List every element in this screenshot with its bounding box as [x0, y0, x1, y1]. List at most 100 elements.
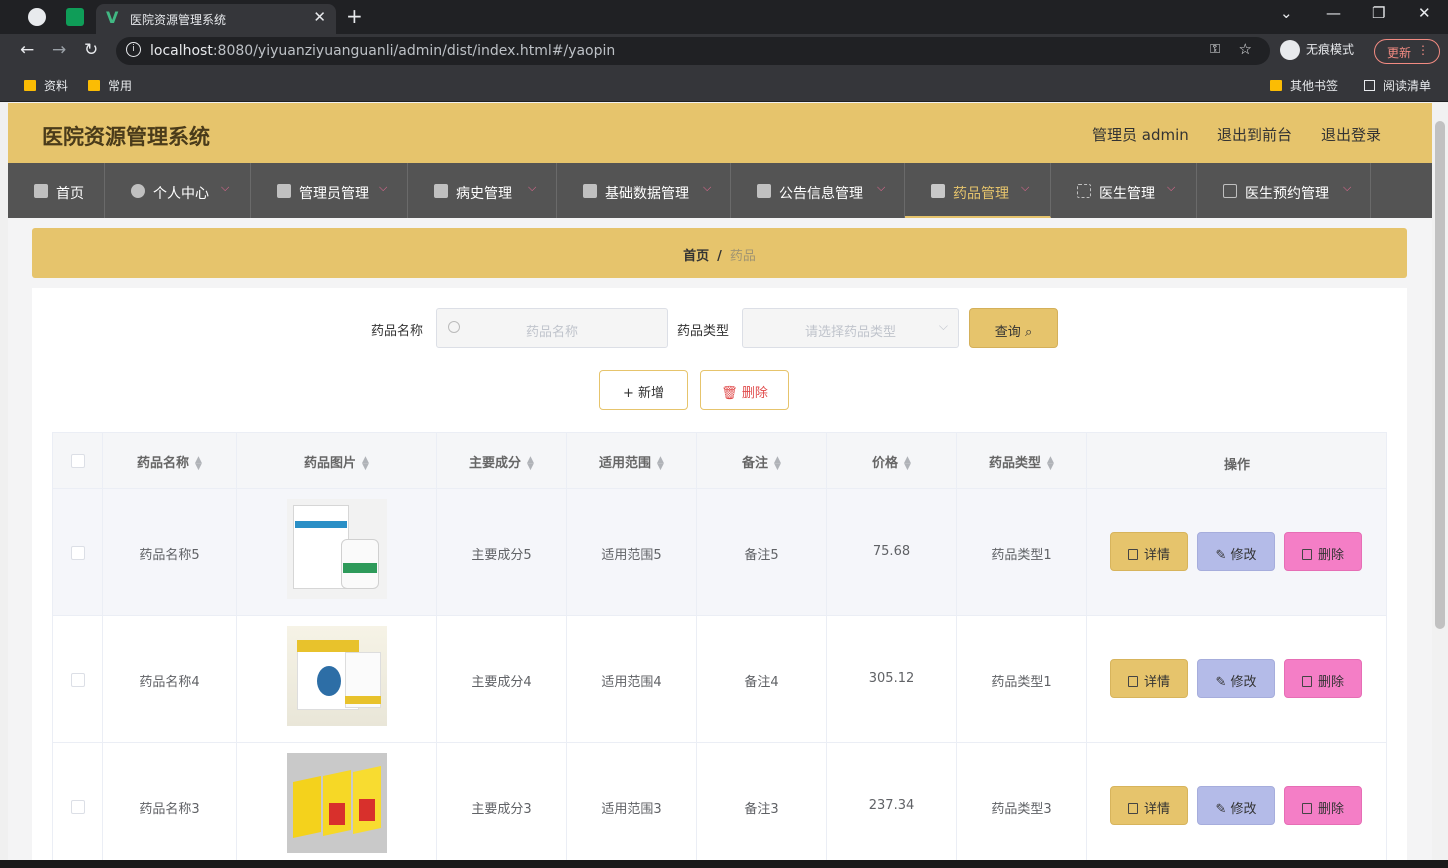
sort-icon[interactable]: ▲ ▼: [362, 455, 369, 471]
globe-tab-icon[interactable]: [28, 8, 46, 26]
breadcrumb-separator: /: [717, 249, 722, 264]
bookmark-folder-changyong[interactable]: 常用: [88, 77, 132, 94]
restore-icon[interactable]: ❐: [1372, 4, 1385, 22]
url-text: localhost:8080/yiyuanziyuanguanli/admin/…: [150, 43, 616, 59]
reading-list-icon: [1364, 80, 1375, 91]
chevron-down-icon: ⌵: [528, 181, 537, 194]
incognito-indicator[interactable]: 无痕模式: [1280, 40, 1354, 60]
menu-item-announcements[interactable]: 公告信息管理 ⌵: [731, 163, 905, 218]
reading-list[interactable]: 阅读清单: [1364, 77, 1431, 94]
column-header[interactable]: 备注 ▲ ▼: [697, 433, 827, 489]
chevron-down-icon: ⌵: [1167, 181, 1176, 194]
minimize-icon[interactable]: —: [1326, 4, 1341, 22]
row-checkbox[interactable]: [71, 546, 85, 560]
cell-ingredient: 主要成分4: [437, 616, 567, 743]
sort-icon[interactable]: ▲ ▼: [1047, 455, 1054, 471]
bookmark-star-icon[interactable]: ☆: [1239, 40, 1252, 58]
sort-icon[interactable]: ▲ ▼: [527, 455, 534, 471]
batch-delete-button[interactable]: 🗑 删除: [700, 370, 789, 410]
detail-button[interactable]: 详情: [1110, 659, 1188, 698]
tab-search-chevron-icon[interactable]: ⌄: [1280, 4, 1293, 22]
table-row[interactable]: 药品名称5 主要成分5 适用范围5 备注5 75.68 药品类型1 详情 ✎ 修…: [53, 489, 1386, 616]
table-row[interactable]: 药品名称4 主要成分4 适用范围4 备注4 305.12 药品类型1 详情 ✎ …: [53, 616, 1386, 743]
folder-icon: [24, 80, 36, 91]
book-icon: [277, 184, 291, 198]
cell-type: 药品类型1: [957, 616, 1087, 743]
cell-medicine-image: [237, 743, 437, 860]
scrollbar-thumb[interactable]: [1435, 121, 1445, 629]
cell-price: 237.34: [827, 743, 957, 860]
address-bar[interactable]: i localhost:8080/yiyuanziyuanguanli/admi…: [116, 37, 1270, 65]
sheets-tab-icon[interactable]: [66, 8, 84, 26]
column-header[interactable]: 药品类型 ▲ ▼: [957, 433, 1087, 489]
plus-icon: +: [622, 386, 634, 401]
top-menu: 首页 个人中心 ⌵ 管理员管理 ⌵ 病史管理 ⌵ 基础数据管理 ⌵ 公告信息管理…: [8, 163, 1432, 218]
tab-close-icon[interactable]: ✕: [313, 8, 326, 26]
sort-icon[interactable]: ▲ ▼: [195, 455, 202, 471]
menu-item-personal-center[interactable]: 个人中心 ⌵: [105, 163, 251, 218]
medicine-image: [287, 753, 387, 853]
page-scrollbar[interactable]: [1432, 103, 1448, 860]
logout-link[interactable]: 退出登录: [1321, 124, 1381, 145]
edit-button[interactable]: ✎ 修改: [1197, 659, 1275, 698]
other-bookmarks[interactable]: 其他书签: [1270, 77, 1338, 94]
delete-button[interactable]: 删除: [1284, 786, 1362, 825]
row-checkbox[interactable]: [71, 800, 85, 814]
menu-item-admin-management[interactable]: 管理员管理 ⌵: [251, 163, 408, 218]
select-all-checkbox[interactable]: [71, 454, 85, 468]
forward-icon[interactable]: →: [52, 40, 66, 60]
trash-icon: [1301, 803, 1312, 814]
column-header[interactable]: 主要成分 ▲ ▼: [437, 433, 567, 489]
back-icon[interactable]: ←: [20, 40, 34, 60]
row-checkbox[interactable]: [71, 673, 85, 687]
app-page: 医院资源管理系统 管理员 admin 退出到前台 退出登录 首页 个人中心 ⌵ …: [8, 103, 1432, 860]
column-header[interactable]: 药品图片 ▲ ▼: [237, 433, 437, 489]
system-title: 医院资源管理系统: [42, 125, 210, 149]
message-icon: [1223, 184, 1237, 198]
key-icon[interactable]: ⚿: [1210, 42, 1220, 57]
table-row[interactable]: 药品名称3 主要成分3 适用范围3 备注3 237.34 药品类型3 详情 ✎ …: [53, 743, 1386, 860]
active-browser-tab[interactable]: V 医院资源管理系统 ✕: [96, 4, 336, 34]
breadcrumb: 首页 / 药品: [32, 228, 1407, 278]
sort-icon[interactable]: ▲ ▼: [657, 455, 664, 471]
menu-item-medical-history[interactable]: 病史管理 ⌵: [408, 163, 557, 218]
edit-button[interactable]: ✎ 修改: [1197, 786, 1275, 825]
medicine-type-select[interactable]: 请选择药品类型 ⌵: [742, 308, 959, 348]
cell-ingredient: 主要成分5: [437, 489, 567, 616]
column-header[interactable]: 价格 ▲ ▼: [827, 433, 957, 489]
monitor-icon: [583, 184, 597, 198]
menu-item-medicine-management[interactable]: 药品管理 ⌵: [905, 163, 1051, 218]
menu-item-appointment-management[interactable]: 医生预约管理 ⌵: [1197, 163, 1371, 218]
close-square-icon: [434, 184, 448, 198]
add-button[interactable]: + 新增: [599, 370, 688, 410]
chevron-down-icon: ⌵: [379, 181, 388, 194]
site-info-icon[interactable]: i: [126, 42, 141, 57]
detail-button[interactable]: 详情: [1110, 786, 1188, 825]
row-checkbox-cell: [53, 616, 103, 743]
menu-item-basic-data[interactable]: 基础数据管理 ⌵: [557, 163, 731, 218]
detail-button[interactable]: 详情: [1110, 532, 1188, 571]
sort-icon[interactable]: ▲ ▼: [904, 455, 911, 471]
column-header[interactable]: 药品名称 ▲ ▼: [103, 433, 237, 489]
chevron-down-icon: ⌵: [938, 319, 948, 333]
update-button[interactable]: 更新 ⋮: [1374, 39, 1440, 64]
cell-medicine-name: 药品名称5: [103, 489, 237, 616]
trash-icon: [1301, 549, 1312, 560]
menu-item-home[interactable]: 首页: [8, 163, 105, 218]
edit-button[interactable]: ✎ 修改: [1197, 532, 1275, 571]
close-window-icon[interactable]: ✕: [1418, 4, 1431, 22]
sort-icon[interactable]: ▲ ▼: [774, 455, 781, 471]
breadcrumb-home[interactable]: 首页: [683, 249, 709, 264]
trash-icon: [1301, 676, 1312, 687]
new-tab-icon[interactable]: +: [346, 4, 363, 28]
reload-icon[interactable]: ↻: [84, 40, 98, 60]
delete-button[interactable]: 删除: [1284, 659, 1362, 698]
delete-button[interactable]: 删除: [1284, 532, 1362, 571]
query-button[interactable]: 查询 ⌕: [969, 308, 1058, 348]
menu-item-doctor-management[interactable]: 医生管理 ⌵: [1051, 163, 1197, 218]
medicine-name-input[interactable]: 药品名称: [436, 308, 668, 348]
column-header[interactable]: 适用范围 ▲ ▼: [567, 433, 697, 489]
exit-to-front-link[interactable]: 退出到前台: [1217, 124, 1292, 145]
cell-medicine-image: [237, 489, 437, 616]
bookmark-folder-ziliao[interactable]: 资料: [24, 77, 68, 94]
